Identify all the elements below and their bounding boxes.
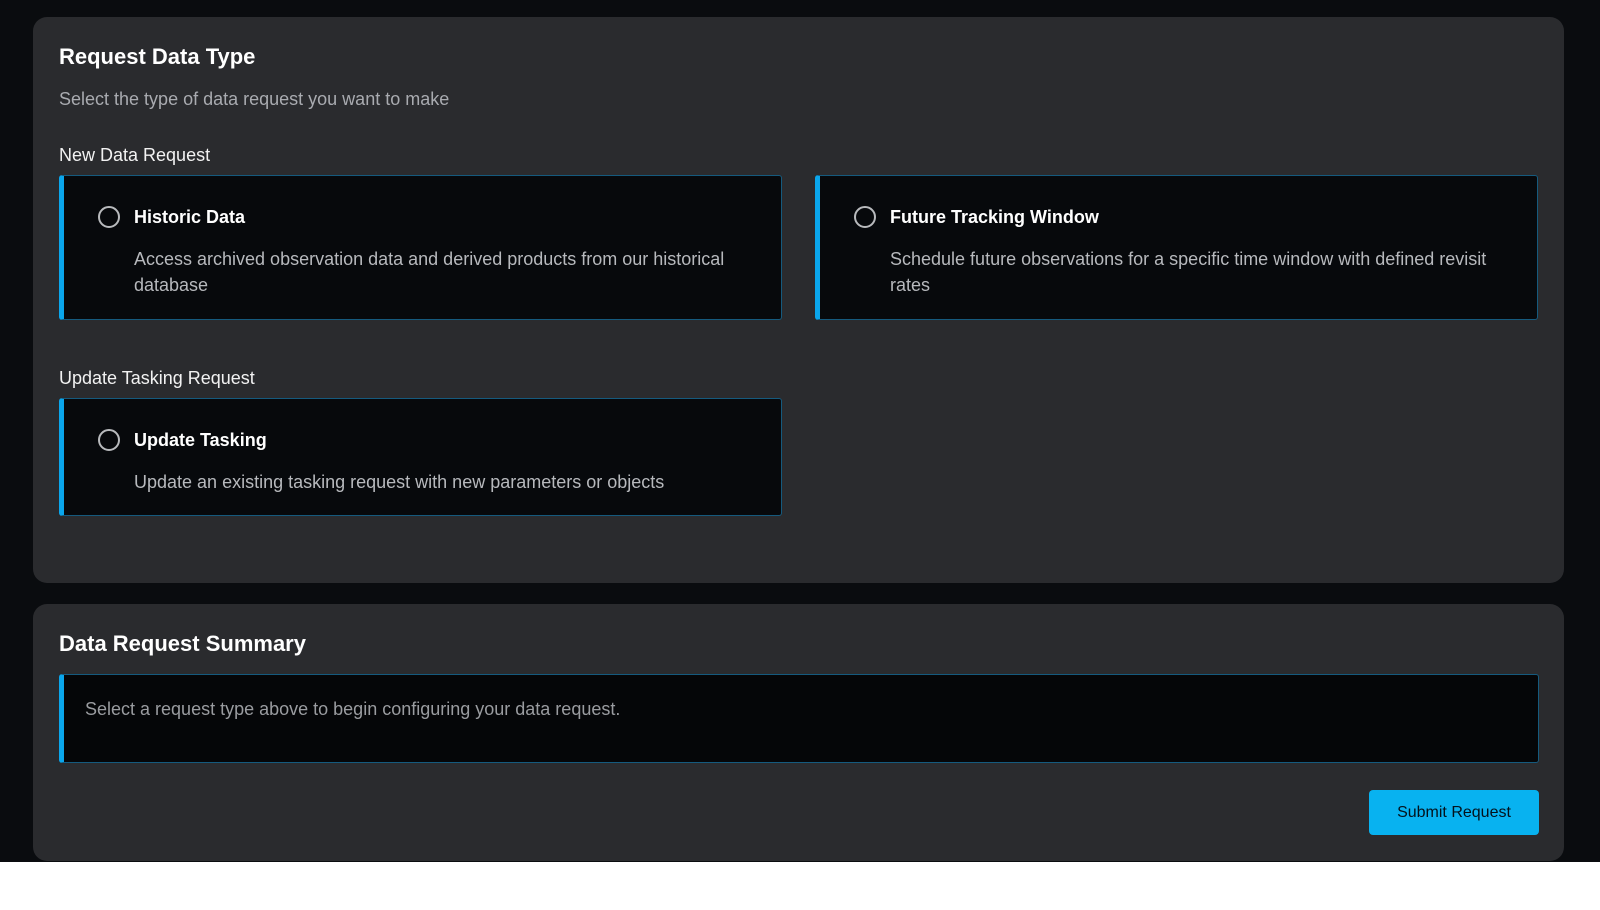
option-title: Update Tasking	[134, 430, 267, 450]
panel-subtitle: Select the type of data request you want…	[59, 89, 450, 109]
request-type-panel: Request Data Type Select the type of dat…	[33, 17, 1564, 583]
option-description: Schedule future observations for a speci…	[890, 249, 1487, 295]
radio-button[interactable]	[98, 429, 120, 451]
panel-title: Request Data Type	[59, 44, 256, 69]
option-title: Future Tracking Window	[890, 207, 1099, 227]
option-title: Historic Data	[134, 207, 246, 227]
option-historic-data[interactable]: Historic Data Access archived observatio…	[59, 175, 782, 320]
option-description: Update an existing tasking request with …	[134, 472, 665, 492]
option-update-tasking[interactable]: Update Tasking Update an existing taskin…	[59, 398, 782, 516]
new-data-request-label: New Data Request	[59, 145, 211, 165]
radio-button[interactable]	[854, 206, 876, 228]
summary-title: Data Request Summary	[59, 631, 306, 656]
submit-request-button[interactable]: Submit Request	[1369, 790, 1539, 835]
option-description: Access archived observation data and der…	[134, 249, 725, 295]
radio-button[interactable]	[98, 206, 120, 228]
summary-placeholder-text: Select a request type above to begin con…	[85, 699, 621, 719]
request-summary-panel: Data Request Summary Select a request ty…	[33, 604, 1564, 861]
summary-box: Select a request type above to begin con…	[59, 674, 1539, 763]
option-future-tracking-window[interactable]: Future Tracking Window Schedule future o…	[815, 175, 1538, 320]
app-root: Request Data Type Select the type of dat…	[0, 0, 1600, 862]
update-tasking-request-label: Update Tasking Request	[59, 368, 255, 388]
